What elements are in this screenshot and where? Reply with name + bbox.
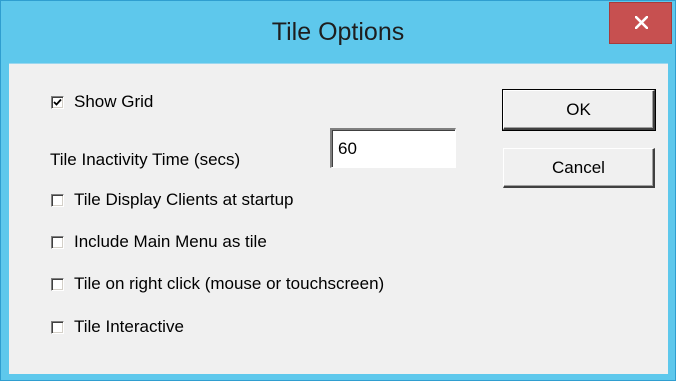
main-menu-checkbox[interactable]: [51, 235, 64, 249]
display-clients-label: Tile Display Clients at startup: [74, 190, 294, 209]
tile-options-dialog: Tile Options Show Grid Tile Inactivity T…: [0, 0, 676, 381]
dialog-title: Tile Options: [271, 18, 405, 46]
title-bar[interactable]: Tile Options: [1, 1, 675, 63]
inactivity-time-label: Tile Inactivity Time (secs): [50, 150, 241, 169]
display-clients-option[interactable]: Tile Display Clients at startup: [51, 188, 294, 212]
interactive-checkbox[interactable]: [51, 320, 64, 334]
show-grid-checkbox[interactable]: [51, 95, 64, 109]
close-button[interactable]: [609, 2, 672, 44]
interactive-label: Tile Interactive: [74, 317, 184, 336]
dialog-body: Show Grid Tile Inactivity Time (secs) Ti…: [9, 63, 668, 374]
display-clients-checkbox[interactable]: [51, 193, 64, 207]
interactive-option[interactable]: Tile Interactive: [51, 315, 184, 339]
inactivity-time-input[interactable]: [330, 128, 456, 168]
main-menu-label: Include Main Menu as tile: [74, 232, 267, 251]
show-grid-option[interactable]: Show Grid: [51, 90, 153, 114]
show-grid-label: Show Grid: [74, 92, 154, 111]
cancel-button[interactable]: Cancel: [503, 148, 655, 188]
right-click-checkbox[interactable]: [51, 277, 64, 291]
main-menu-option[interactable]: Include Main Menu as tile: [51, 230, 267, 254]
right-click-option[interactable]: Tile on right click (mouse or touchscree…: [51, 272, 384, 296]
ok-button[interactable]: OK: [503, 90, 655, 130]
right-click-label: Tile on right click (mouse or touchscree…: [74, 274, 385, 293]
